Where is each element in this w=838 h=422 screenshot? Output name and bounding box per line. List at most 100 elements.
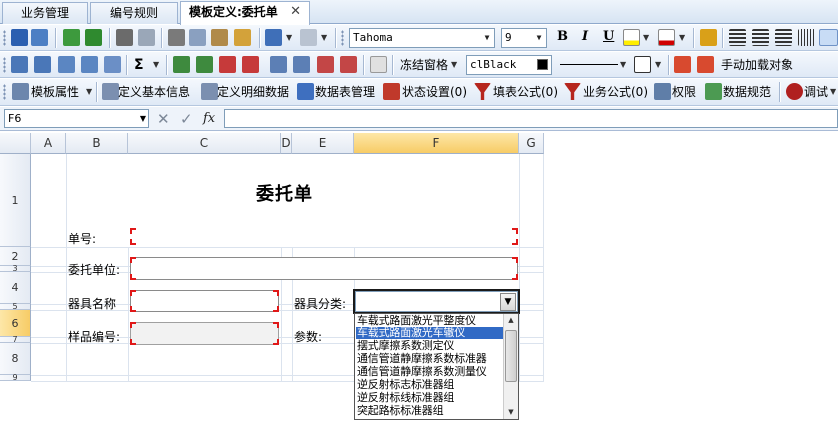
scroll-thumb[interactable] (505, 330, 517, 382)
data-spec-icon[interactable] (705, 83, 722, 100)
toolbar-grip[interactable] (341, 30, 344, 46)
row-header-4[interactable]: 4 (0, 272, 31, 304)
grid-corner[interactable] (0, 133, 31, 154)
chevron-down-icon[interactable]: ▼ (643, 33, 649, 42)
object-icon[interactable] (674, 56, 691, 73)
row-header-1[interactable]: 1 (0, 154, 31, 247)
insert-column-icon[interactable] (81, 56, 98, 73)
column-header-c[interactable]: C (128, 133, 281, 154)
instrument-name-field[interactable] (130, 290, 279, 312)
permission-icon[interactable] (654, 83, 671, 100)
client-unit-field[interactable] (130, 257, 518, 280)
fill-formula-button[interactable]: 填表公式(0) (493, 79, 558, 105)
delete-row-icon[interactable] (219, 56, 236, 73)
print-icon[interactable] (116, 29, 133, 46)
align-right-icon[interactable] (775, 29, 792, 46)
filter-icon[interactable] (474, 83, 491, 100)
tab-business-management[interactable]: 业务管理 (2, 2, 88, 24)
freeze-panes-button[interactable]: 冻结窗格 (400, 52, 448, 78)
percent-icon[interactable] (370, 56, 387, 73)
chevron-down-icon[interactable]: ▼ (655, 60, 661, 69)
define-detail-data-button[interactable]: 定义明细数据 (217, 79, 289, 105)
italic-button[interactable]: I (582, 29, 588, 44)
chevron-down-icon[interactable]: ▼ (321, 33, 327, 42)
copy-down-icon[interactable] (270, 56, 287, 73)
scroll-down-icon[interactable]: ▼ (504, 406, 518, 419)
chevron-down-icon[interactable]: ▼ (86, 87, 92, 96)
save-icon[interactable] (11, 29, 28, 46)
copy-icon[interactable] (189, 29, 206, 46)
chevron-down-icon[interactable]: ▼ (532, 29, 546, 47)
column-header-b[interactable]: B (66, 133, 128, 154)
chevron-down-icon[interactable]: ▼ (830, 87, 836, 96)
dropdown-option[interactable]: 通信管道静摩擦系数测量仪 (357, 366, 487, 378)
chevron-down-icon[interactable]: ▼ (451, 60, 457, 69)
properties-icon[interactable] (12, 83, 29, 100)
toolbar-grip[interactable] (3, 30, 6, 46)
copy-sheet-icon[interactable] (85, 29, 102, 46)
print-preview-icon[interactable] (138, 29, 155, 46)
business-formula-button[interactable]: 业务公式(0) (583, 79, 648, 105)
cancel-icon[interactable]: ✕ (157, 110, 170, 128)
status-settings-button[interactable]: 状态设置(0) (402, 79, 467, 105)
dropdown-option[interactable]: 逆反射标线标准器组 (357, 392, 454, 404)
table-icon[interactable] (34, 56, 51, 73)
manual-load-button[interactable]: 手动加载对象 (721, 52, 793, 78)
format-painter-icon[interactable] (234, 29, 251, 46)
insert-row-icon[interactable] (58, 56, 75, 73)
bold-button[interactable]: B (557, 29, 568, 44)
instrument-category-dropdown[interactable]: 车载式路面激光平整度仪 车载式路面激光车辙仪 摆式摩擦系数测定仪 通信管道静摩擦… (354, 313, 519, 420)
toolbar-grip[interactable] (3, 84, 6, 100)
filter-icon[interactable] (564, 83, 581, 100)
toolbar-grip[interactable] (3, 57, 6, 73)
column-header-e[interactable]: E (292, 133, 354, 154)
dropdown-scrollbar[interactable]: ▲ ▼ (503, 314, 518, 419)
detail-data-icon[interactable] (201, 83, 218, 100)
export-icon[interactable] (31, 29, 48, 46)
clear-icon[interactable] (317, 56, 334, 73)
underline-button[interactable]: U (603, 29, 614, 44)
dropdown-option[interactable]: 突起路标标准器组 (357, 405, 444, 417)
bug-icon[interactable] (786, 83, 803, 100)
row-header-8[interactable]: 8 (0, 343, 31, 375)
merge-cells-icon[interactable] (104, 56, 121, 73)
cut-icon[interactable] (168, 29, 185, 46)
dropdown-option[interactable]: 摆式摩擦系数测定仪 (357, 340, 454, 352)
define-basic-info-button[interactable]: 定义基本信息 (118, 79, 190, 105)
column-header-g[interactable]: G (519, 133, 544, 154)
chevron-down-icon[interactable]: ▼ (286, 33, 292, 42)
border-icon[interactable] (634, 56, 651, 73)
chevron-down-icon[interactable]: ▼ (500, 293, 516, 311)
tab-numbering-rules[interactable]: 编号规则 (90, 2, 178, 24)
font-color-icon[interactable] (658, 29, 675, 46)
permissions-button[interactable]: 权限 (672, 79, 696, 105)
lock-icon[interactable] (700, 29, 717, 46)
database-icon[interactable] (297, 83, 314, 100)
status-icon[interactable] (383, 83, 400, 100)
sum-button[interactable]: Σ (134, 52, 144, 78)
data-spec-button[interactable]: 数据规范 (723, 79, 771, 105)
align-center-icon[interactable] (752, 29, 769, 46)
function-icon[interactable]: fx (203, 111, 215, 126)
font-name-select[interactable]: Tahoma ▼ (349, 28, 495, 48)
template-properties-button[interactable]: 模板属性 (31, 79, 79, 105)
cell-reference-box[interactable]: F6 ▼ (4, 109, 149, 128)
close-icon[interactable]: ✕ (290, 2, 301, 22)
column-header-a[interactable]: A (31, 133, 66, 154)
copy-right-icon[interactable] (293, 56, 310, 73)
delete-icon[interactable] (340, 56, 357, 73)
manual-load-icon[interactable] (697, 56, 714, 73)
instrument-category-select[interactable]: ▼ (355, 291, 518, 312)
order-no-field[interactable] (130, 228, 518, 245)
grid-icon[interactable] (11, 56, 28, 73)
data-table-management-button[interactable]: 数据表管理 (315, 79, 375, 105)
column-header-d[interactable]: D (281, 133, 292, 154)
dropdown-option-highlighted[interactable]: 车载式路面激光车辙仪 (356, 327, 503, 339)
undo-icon[interactable] (265, 29, 282, 46)
row-header-6[interactable]: 6 (0, 310, 31, 337)
debug-button[interactable]: 调试 (804, 79, 828, 105)
chevron-down-icon[interactable]: ▼ (620, 60, 626, 69)
color-select[interactable]: clBlack (466, 55, 552, 75)
chevron-down-icon[interactable]: ▼ (140, 110, 146, 127)
scroll-up-icon[interactable]: ▲ (504, 314, 518, 327)
